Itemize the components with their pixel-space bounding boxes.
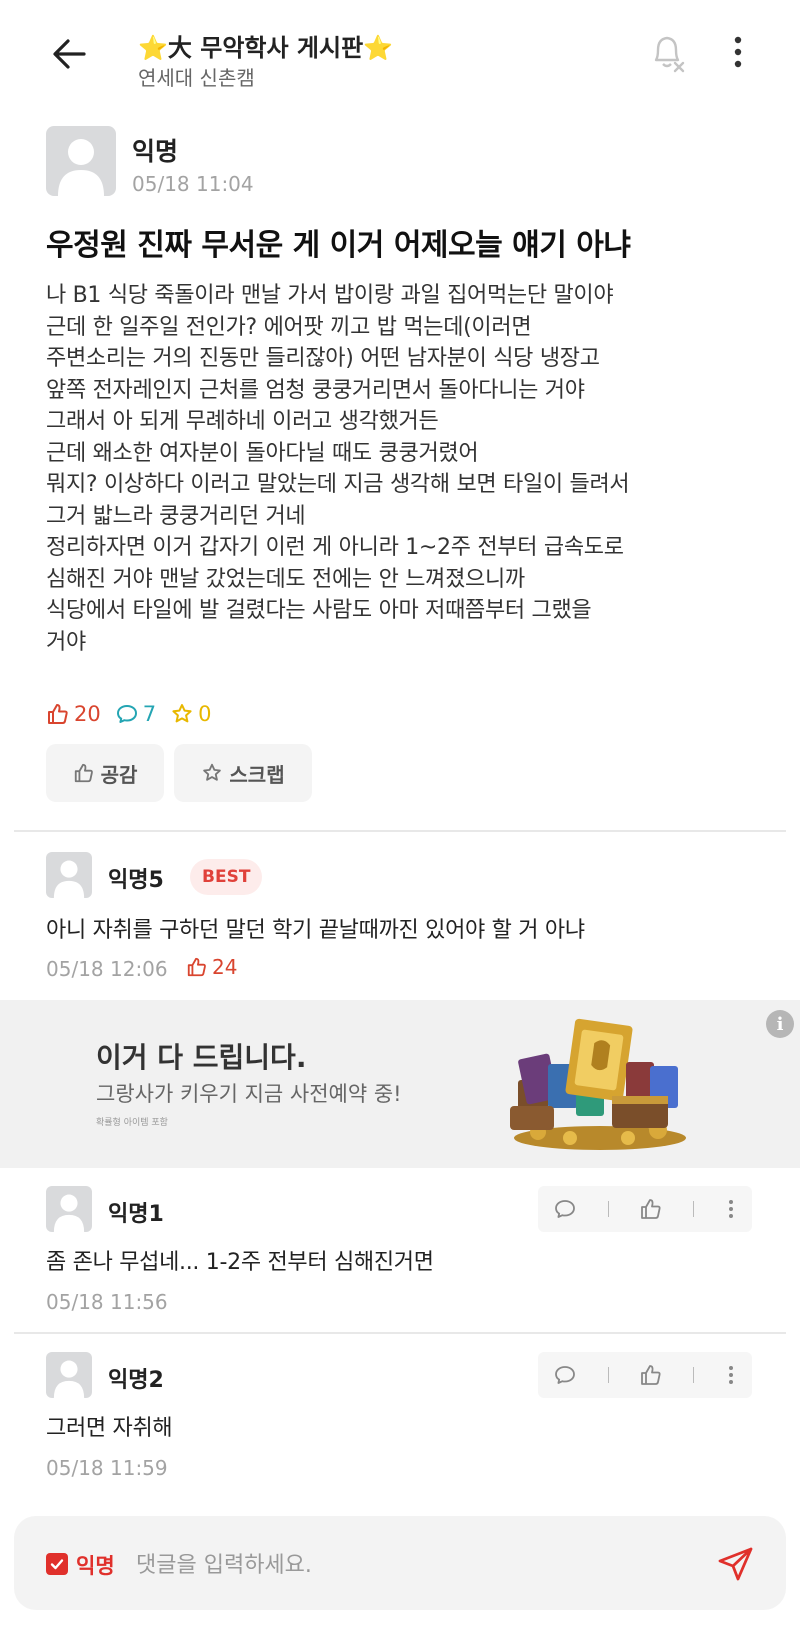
comment-text: 좀 존나 무섭네... 1-2주 전부터 심해진거면 [46,1250,434,1275]
bell-off-icon [654,36,685,73]
post-author: 익명 [132,137,179,166]
reply-icon[interactable] [553,1197,577,1221]
separator [693,1201,695,1217]
scrap-count-value: 0 [198,702,212,726]
separator [693,1367,695,1383]
like-button[interactable]: 공감 [46,744,164,802]
checkmark-icon [50,1559,64,1570]
comment-count-value: 7 [142,702,157,726]
post-timestamp: 05/18 11:04 [132,172,254,196]
ad-subtitle: 그랑사가 키우기 지금 사전예약 중! [96,1082,402,1106]
thumbs-up-icon [48,704,68,724]
star-icon [203,763,222,781]
comment-text: 아니 자취를 구하던 말던 학기 끝날때까진 있어야 할 거 아냐 [46,918,585,943]
comment-input[interactable] [136,1540,676,1590]
scrap-button-label: 스크랩 [229,762,285,787]
anonymous-label[interactable]: 익명 [76,1550,115,1580]
default-profile-icon [53,1360,85,1398]
ad-title: 이거 다 드립니다. [96,1041,307,1074]
comment-avatar [46,1352,92,1398]
comment-count: 7 [115,702,156,726]
arrow-left-icon [53,39,86,69]
separator [607,1367,609,1383]
post-body-line: 심해진 거야 맨날 갔었는데도 전에는 안 느껴졌으니까 [46,566,525,592]
comment-like-count: 24 [186,955,237,979]
post-body: 나 B1 식당 죽돌이라 맨날 가서 밥이랑 과일 집어먹는단 말이야 근데 한… [46,280,766,658]
ad-treasure-image [510,1018,686,1150]
like-count-value: 20 [74,702,101,726]
divider [14,1332,786,1334]
best-badge: BEST [190,859,263,895]
ad-banner[interactable]: i 이거 다 드립니다. 그랑사가 키우기 지금 사전예약 중! 확률형 아이템… [0,1000,800,1168]
post-body-line: 그래서 아 되게 무례하네 이러고 생각했거든 [46,409,439,434]
notification-off-button[interactable] [648,30,688,74]
thumbs-up-icon [74,763,93,783]
post-body-line: 나 B1 식당 죽돌이라 맨날 가서 밥이랑 과일 집어먹는단 말이야 [46,283,614,308]
like-button-label: 공감 [100,762,138,787]
more-vertical-icon[interactable] [725,1363,737,1387]
thumbs-up-icon[interactable] [639,1197,663,1221]
comment-text: 그러면 자취해 [46,1416,173,1441]
default-profile-icon [53,860,85,898]
default-profile-icon [58,139,104,196]
post-body-line: 그거 밟느라 쿵쿵거리던 거네 [46,503,306,529]
post-body-line: 정리하자면 이거 갑자기 이런 게 아니라 1~2주 전부터 급속도로 [46,535,624,560]
scrap-button[interactable]: 스크랩 [174,744,312,802]
post-body-line: 근데 왜소한 여자분이 돌아다닐 때도 쿵쿵거렸어 [46,440,479,466]
comment-author: 익명2 [108,1368,164,1393]
post-body-line: 근데 한 일주일 전인가? 에어팟 끼고 밥 먹는데(이러면 [46,314,532,340]
comment-timestamp: 05/18 12:06 [46,957,168,981]
comment-timestamp: 05/18 11:59 [46,1456,168,1480]
anonymous-checkbox[interactable] [46,1553,68,1575]
ad-disclaimer: 확률형 아이템 포함 [96,1118,168,1128]
post-body-line: 거야 [46,629,86,655]
post-body-line: 앞쪽 전자레인지 근처를 엄청 쿵쿵거리면서 돌아다니는 거야 [46,377,585,403]
star-icon [172,704,192,723]
top-bar: ⭐大 무악학사 게시판⭐ 연세대 신촌캠 [0,0,800,110]
comment-timestamp: 05/18 11:56 [46,1290,168,1314]
post-stats: 20 7 0 [46,700,225,728]
send-icon [718,1547,753,1581]
back-button[interactable] [48,34,92,74]
comment-like-value: 24 [212,955,238,979]
like-count: 20 [46,702,101,726]
post-body-line: 주변소리는 거의 진동만 들리잖아) 어떤 남자분이 식당 냉장고 [46,346,600,371]
post-body-line: 식당에서 타일에 발 걸렸다는 사람도 아마 저때쯤부터 그랬을 [46,598,592,623]
divider [14,830,786,832]
post-title: 우정원 진짜 무서운 게 이거 어제오늘 얘기 아냐 [46,228,631,263]
comment-actions [538,1352,752,1398]
default-profile-icon [53,1194,85,1232]
thumbs-up-icon [187,957,206,977]
speech-bubble-icon [116,705,137,723]
reply-icon[interactable] [553,1363,577,1387]
author-avatar [46,126,116,196]
comment-avatar [46,1186,92,1232]
comment-author: 익명1 [108,1202,164,1227]
more-vertical-icon[interactable] [725,1197,737,1221]
separator [607,1201,609,1217]
board-title: ⭐大 무악학사 게시판⭐ [138,34,394,62]
more-vertical-icon [734,36,742,68]
send-button[interactable] [716,1544,756,1584]
scrap-count: 0 [170,702,211,726]
school-name: 연세대 신촌캠 [138,66,255,90]
comment-actions [538,1186,752,1232]
more-options-button[interactable] [726,30,750,74]
thumbs-up-icon[interactable] [639,1363,663,1387]
post-body-line: 뭐지? 이상하다 이러고 말았는데 지금 생각해 보면 타일이 들려서 [46,472,630,497]
comment-avatar [46,852,92,898]
ad-info-button[interactable]: i [766,1010,794,1038]
comment-author: 익명5 [108,868,164,893]
